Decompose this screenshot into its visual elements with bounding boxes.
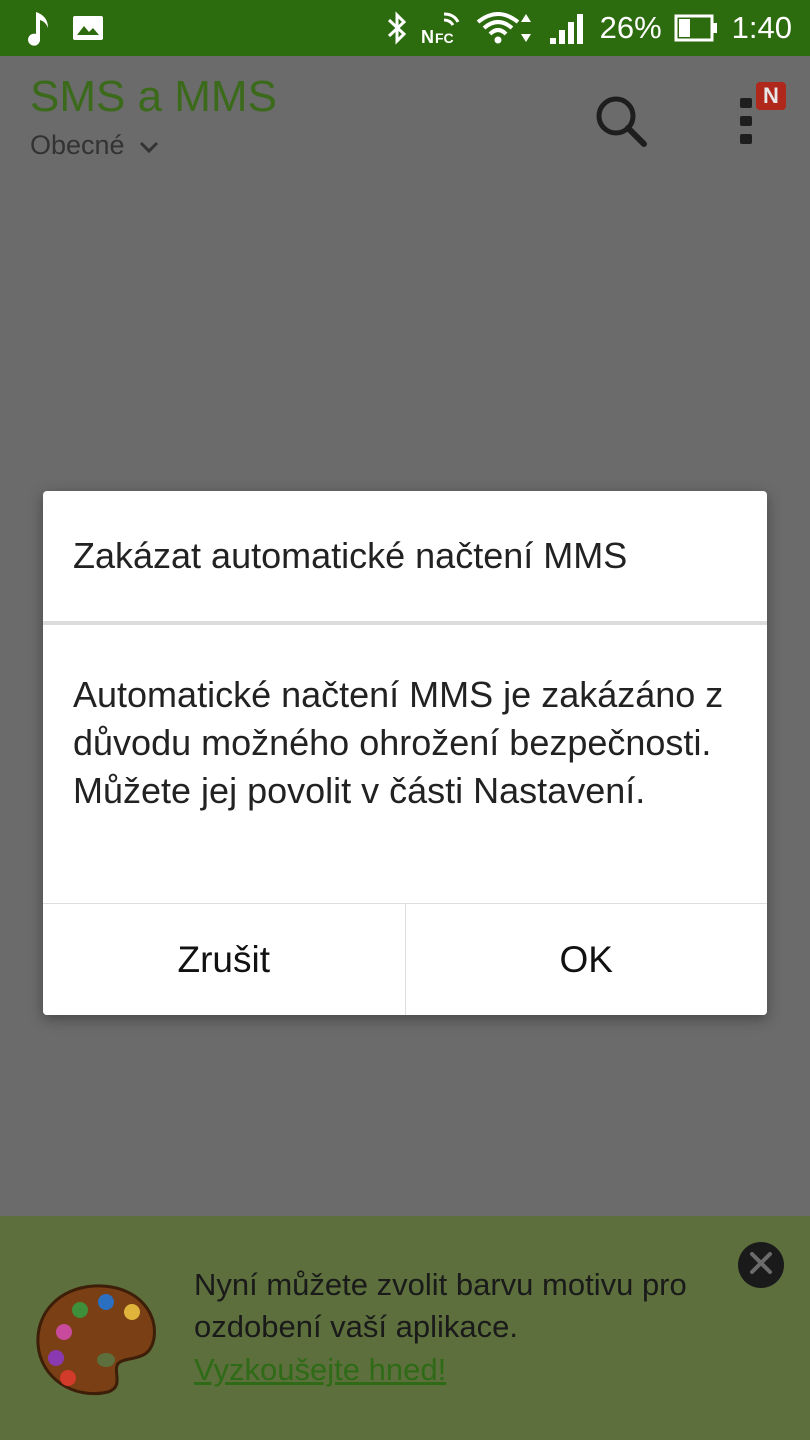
- battery-percent: 26%: [599, 10, 662, 45]
- cancel-button[interactable]: Zrušit: [43, 904, 405, 1015]
- theme-promo-banner: Nyní můžete zvolit barvu motivu pro ozdo…: [0, 1216, 810, 1440]
- folder-selector-label: Obecné: [30, 130, 125, 160]
- dialog-divider: [43, 621, 767, 625]
- nfc-icon: N FC: [420, 10, 464, 46]
- search-icon: [592, 96, 652, 156]
- palette-icon: [34, 1274, 160, 1400]
- folder-selector[interactable]: Obecné: [30, 130, 159, 161]
- close-icon: [748, 1250, 774, 1281]
- dialog-message: Automatické načtení MMS je zakázáno z dů…: [73, 674, 724, 811]
- battery-icon: [674, 10, 720, 46]
- clock: 1:40: [731, 10, 792, 45]
- new-badge: N: [756, 82, 786, 110]
- image-icon: [72, 14, 104, 42]
- app-title: SMS a MMS: [30, 72, 277, 121]
- more-vert-icon: [730, 98, 790, 154]
- ok-button[interactable]: OK: [404, 904, 767, 1015]
- svg-text:FC: FC: [435, 30, 454, 46]
- svg-text:N: N: [421, 27, 434, 46]
- alert-dialog: Zakázat automatické načtení MMS Automati…: [43, 491, 767, 1015]
- dialog-title: Zakázat automatické načtení MMS: [73, 535, 628, 576]
- search-button[interactable]: [592, 92, 652, 152]
- status-bar: N FC 26% 1:40: [0, 0, 810, 56]
- banner-text: Nyní můžete zvolit barvu motivu pro ozdo…: [194, 1267, 687, 1344]
- signal-icon: [548, 10, 588, 46]
- bluetooth-icon: [386, 10, 408, 46]
- dialog-buttons: Zrušit OK: [43, 903, 767, 1015]
- close-banner-button[interactable]: [738, 1242, 784, 1288]
- chevron-down-icon: [139, 130, 159, 161]
- wifi-icon: [476, 10, 536, 46]
- app-bar: SMS a MMS Obecné N: [0, 56, 810, 176]
- try-now-link[interactable]: Vyzkoušejte hned!: [194, 1352, 446, 1388]
- music-note-icon: [24, 10, 52, 46]
